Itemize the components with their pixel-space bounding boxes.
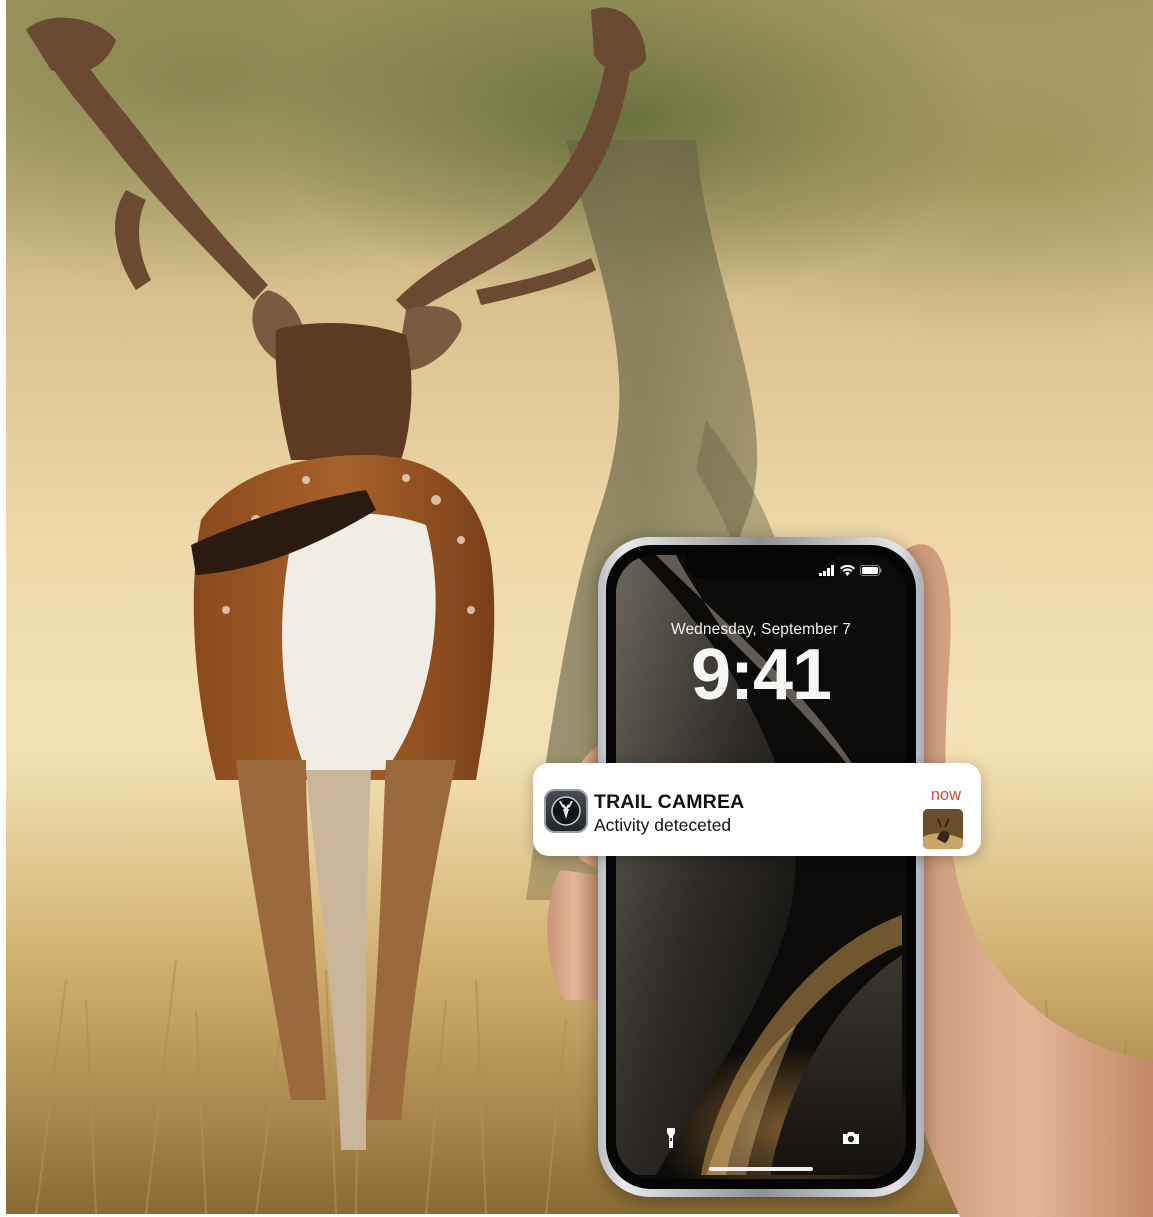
notification-message: Activity deteceted xyxy=(594,815,732,835)
camera-button[interactable] xyxy=(836,1123,866,1153)
app-icon xyxy=(544,789,588,833)
deer-logo-icon xyxy=(551,796,581,826)
notification-time: now xyxy=(930,786,961,804)
battery-icon xyxy=(860,564,882,576)
notification-thumbnail xyxy=(923,809,963,849)
phone-bezel: Wednesday, September 7 9:41 xyxy=(606,545,916,1189)
notch xyxy=(686,555,836,579)
notification-banner[interactable]: TRAIL CAMREA Activity deteceted now xyxy=(533,763,981,856)
camera-icon xyxy=(843,1132,859,1144)
flashlight-icon xyxy=(667,1128,675,1148)
lock-screen: Wednesday, September 7 9:41 xyxy=(616,555,906,1179)
wifi-icon xyxy=(840,564,855,576)
home-indicator[interactable] xyxy=(709,1167,813,1171)
lock-screen-time: 9:41 xyxy=(690,635,832,715)
flashlight-button[interactable] xyxy=(656,1123,686,1153)
smartphone: Wednesday, September 7 9:41 xyxy=(598,537,924,1197)
notification-app-name: TRAIL CAMREA xyxy=(594,791,745,813)
signal-icon xyxy=(819,564,834,576)
status-bar xyxy=(819,564,882,576)
